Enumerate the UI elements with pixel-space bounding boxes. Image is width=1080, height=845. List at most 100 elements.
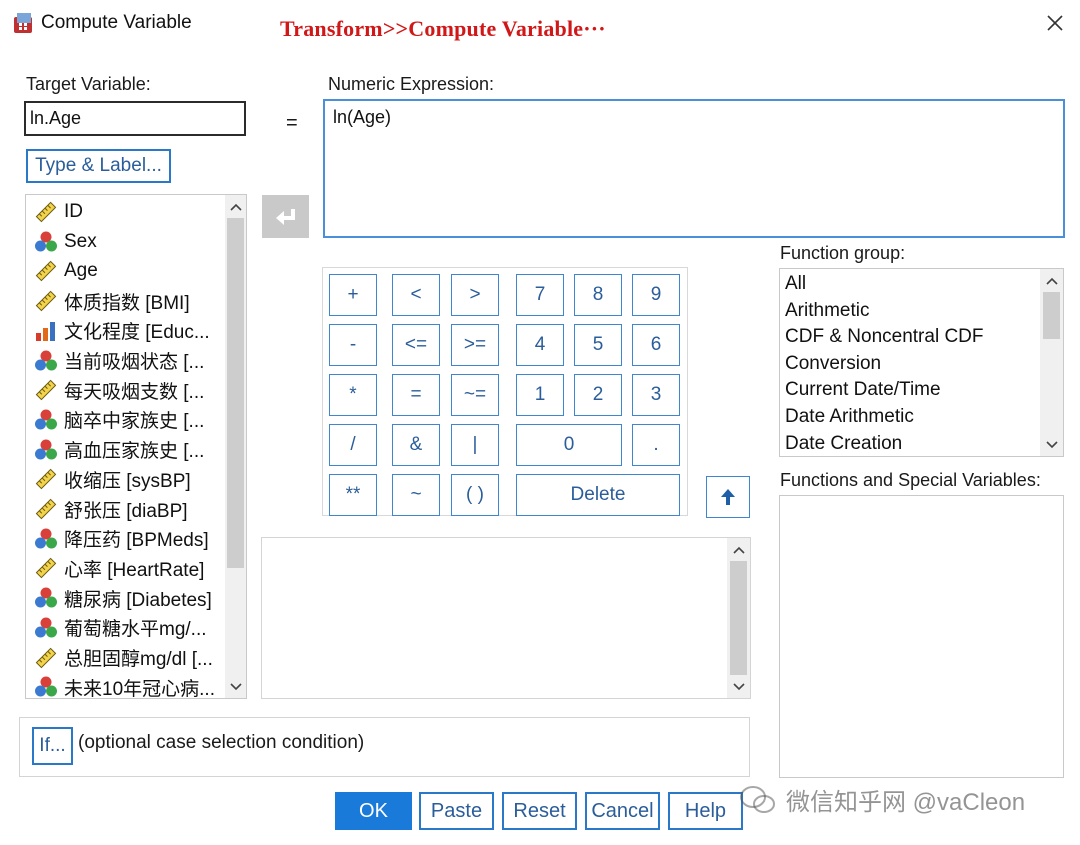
variable-list-item[interactable]: 脑卒中家族史 [... [34, 406, 204, 434]
numeric-expression-textarea[interactable]: ln(Age) [323, 99, 1065, 238]
function-group-item[interactable]: Date Arithmetic [785, 406, 914, 428]
keypad-key[interactable]: 7 [516, 274, 564, 316]
function-group-item[interactable]: Conversion [785, 353, 881, 375]
insert-function-button[interactable] [706, 476, 750, 518]
variable-list-item[interactable]: 舒张压 [diaBP] [34, 495, 188, 523]
function-group-item[interactable]: CDF & Noncentral CDF [785, 326, 984, 348]
type-label-button[interactable]: Type & Label... [26, 149, 171, 183]
variable-list-item[interactable]: Age [34, 257, 98, 285]
keypad-key[interactable]: + [329, 274, 377, 316]
variable-list[interactable]: ID Sex Age 体质指数 [BMI] 文化程度 [Educ... 当前吸烟状态 [.… [25, 194, 247, 699]
keypad-key[interactable]: ~ [392, 474, 440, 516]
scroll-thumb[interactable] [227, 218, 244, 568]
function-group-item[interactable]: All [785, 273, 806, 295]
function-group-list[interactable]: All Arithmetic CDF & Noncentral CDF Convers… [779, 268, 1064, 457]
scroll-down-arrow-icon[interactable] [225, 676, 246, 697]
keypad-key[interactable]: - [329, 324, 377, 366]
variable-label: 文化程度 [Educ... [64, 322, 210, 344]
scroll-down-arrow-icon[interactable] [728, 676, 749, 697]
keypad-key[interactable]: | [451, 424, 499, 466]
keypad-key[interactable]: = [392, 374, 440, 416]
menu-path-annotation: Transform>>Compute Variable··· [280, 16, 606, 41]
variable-list-item[interactable]: 文化程度 [Educ... [34, 317, 210, 345]
scroll-thumb[interactable] [1043, 292, 1060, 339]
function-group-item[interactable]: Date Creation [785, 433, 902, 455]
function-group-item[interactable]: Arithmetic [785, 300, 869, 322]
keypad-key[interactable]: ** [329, 474, 377, 516]
variable-list-item[interactable]: 心率 [HeartRate] [34, 554, 204, 582]
description-scrollbar[interactable] [727, 538, 750, 698]
keypad-key[interactable]: 1 [516, 374, 564, 416]
variable-list-item[interactable]: Sex [34, 228, 97, 256]
scroll-up-arrow-icon[interactable] [1041, 270, 1062, 291]
keypad-key[interactable]: & [392, 424, 440, 466]
keypad-key[interactable]: < [392, 274, 440, 316]
variable-label: 舒张压 [diaBP] [64, 500, 188, 522]
nominal-circles-icon [34, 349, 58, 373]
scroll-down-arrow-icon[interactable] [1041, 434, 1062, 455]
variable-list-item[interactable]: 降压药 [BPMeds] [34, 525, 209, 553]
keypad-key[interactable]: 5 [574, 324, 622, 366]
scale-ruler-icon [34, 378, 58, 402]
nominal-circles-icon [34, 675, 58, 698]
keypad-key[interactable]: ( ) [451, 474, 499, 516]
keypad-key[interactable]: ~= [451, 374, 499, 416]
scroll-up-arrow-icon[interactable] [728, 539, 749, 560]
variable-list-item[interactable]: 当前吸烟状态 [... [34, 347, 204, 375]
keypad-key[interactable]: 2 [574, 374, 622, 416]
wechat-icon [740, 785, 775, 813]
if-button[interactable]: If... [32, 727, 73, 765]
scale-ruler-icon [34, 497, 58, 521]
move-variable-button[interactable] [262, 195, 309, 238]
functions-special-variables-list[interactable] [779, 495, 1064, 778]
keypad-key[interactable]: / [329, 424, 377, 466]
variable-label: Sex [64, 230, 97, 252]
function-group-item[interactable]: Current Date/Time [785, 379, 941, 401]
keypad-key[interactable]: 3 [632, 374, 680, 416]
variable-label: 降压药 [BPMeds] [64, 530, 209, 552]
keypad-key[interactable]: 6 [632, 324, 680, 366]
scroll-up-arrow-icon[interactable] [225, 196, 246, 217]
keypad-key[interactable]: 0 [516, 424, 622, 466]
close-button[interactable] [1040, 8, 1070, 38]
variable-list-item[interactable]: 葡萄糖水平mg/... [34, 614, 207, 642]
keypad-key[interactable]: >= [451, 324, 499, 366]
variable-list-item[interactable]: 体质指数 [BMI] [34, 287, 190, 315]
target-variable-input[interactable] [24, 101, 246, 136]
help-button[interactable]: Help [668, 792, 743, 830]
target-variable-label: Target Variable: [26, 74, 151, 94]
close-icon [1047, 15, 1063, 31]
variable-list-item[interactable]: 高血压家族史 [... [34, 436, 204, 464]
function-group-scrollbar[interactable] [1040, 269, 1063, 456]
keypad-key[interactable]: 4 [516, 324, 564, 366]
keypad-key[interactable]: * [329, 374, 377, 416]
variable-label: 高血压家族史 [... [64, 441, 205, 463]
variable-list-item[interactable]: 收缩压 [sysBP] [34, 465, 191, 493]
variable-list-item[interactable]: 总胆固醇mg/dl [... [34, 644, 213, 672]
variable-list-item[interactable]: 未来10年冠心病... [34, 673, 215, 698]
ok-button[interactable]: OK [335, 792, 412, 830]
keypad-key[interactable]: . [632, 424, 680, 466]
reset-button[interactable]: Reset [502, 792, 577, 830]
variable-label: 总胆固醇mg/dl [... [64, 649, 213, 670]
scale-ruler-icon [34, 200, 58, 224]
nominal-circles-icon [34, 616, 58, 640]
keypad-key[interactable]: 8 [574, 274, 622, 316]
keypad-key[interactable]: <= [392, 324, 440, 366]
scale-ruler-icon [34, 556, 58, 580]
variable-list-scrollbar[interactable] [225, 195, 246, 698]
numeric-expression-label: Numeric Expression: [328, 74, 495, 94]
nominal-circles-icon [34, 408, 58, 432]
cancel-button[interactable]: Cancel [585, 792, 660, 830]
arrow-back-icon [275, 208, 295, 225]
variable-list-item[interactable]: ID [34, 198, 83, 226]
scroll-thumb[interactable] [730, 561, 747, 675]
variable-list-item[interactable]: 糖尿病 [Diabetes] [34, 584, 212, 612]
keypad-key[interactable]: 9 [632, 274, 680, 316]
keypad-key[interactable]: Delete [516, 474, 680, 516]
nominal-circles-icon [34, 586, 58, 610]
paste-button[interactable]: Paste [419, 792, 494, 830]
keypad-key[interactable]: > [451, 274, 499, 316]
variable-label: 收缩压 [sysBP] [64, 470, 191, 492]
variable-list-item[interactable]: 每天吸烟支数 [... [34, 376, 204, 404]
